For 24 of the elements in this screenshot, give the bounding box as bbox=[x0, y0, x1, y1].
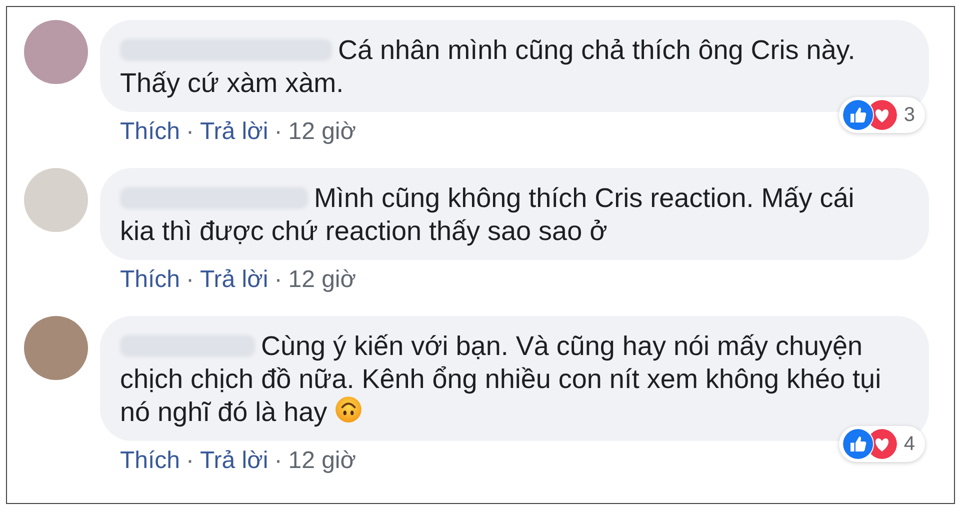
comment-time: 12 giờ bbox=[288, 446, 356, 476]
separator-dot: · bbox=[186, 265, 194, 295]
separator-dot: · bbox=[186, 446, 194, 476]
comment-action-link[interactable]: Thích bbox=[120, 444, 180, 478]
separator-dot: · bbox=[274, 446, 282, 476]
comment-action-link[interactable]: Thích bbox=[120, 263, 180, 297]
reaction-count: 3 bbox=[904, 102, 915, 128]
thumbs-up-icon bbox=[842, 99, 874, 131]
comment-text: Cùng ý kiến với bạn. Và cũng hay nói mấy chuyện chịch chịch đồ nữa. Kênh ổng nhiều con nít xem không khéo tụi nó nghĩ đó là hay bbox=[120, 330, 882, 429]
comment-action-link[interactable]: Trả lời bbox=[200, 444, 268, 478]
comment-time: 12 giờ bbox=[288, 117, 356, 147]
separator-dot: · bbox=[274, 117, 282, 147]
comment-action-link[interactable]: Trả lời bbox=[200, 263, 268, 297]
reaction-badge[interactable]: 4 bbox=[838, 426, 925, 462]
reaction-count: 4 bbox=[904, 432, 915, 456]
comment-text: Mình cũng không thích Cris reaction. Mấy cái kia thì được chứ reaction thấy sao sao ở bbox=[120, 182, 856, 248]
thumbs-up-icon bbox=[842, 428, 874, 460]
comment-action-link[interactable]: Trả lời bbox=[200, 115, 268, 149]
comment-text: Cá nhân mình cũng chả thích ông Cris này. Thấy cứ xàm xàm. bbox=[120, 34, 856, 100]
comment-action-link[interactable]: Thích bbox=[120, 115, 180, 149]
comment-time: 12 giờ bbox=[288, 265, 356, 295]
separator-dot: · bbox=[186, 117, 194, 147]
reaction-badge[interactable]: 3 bbox=[838, 97, 925, 133]
separator-dot: · bbox=[274, 265, 282, 295]
